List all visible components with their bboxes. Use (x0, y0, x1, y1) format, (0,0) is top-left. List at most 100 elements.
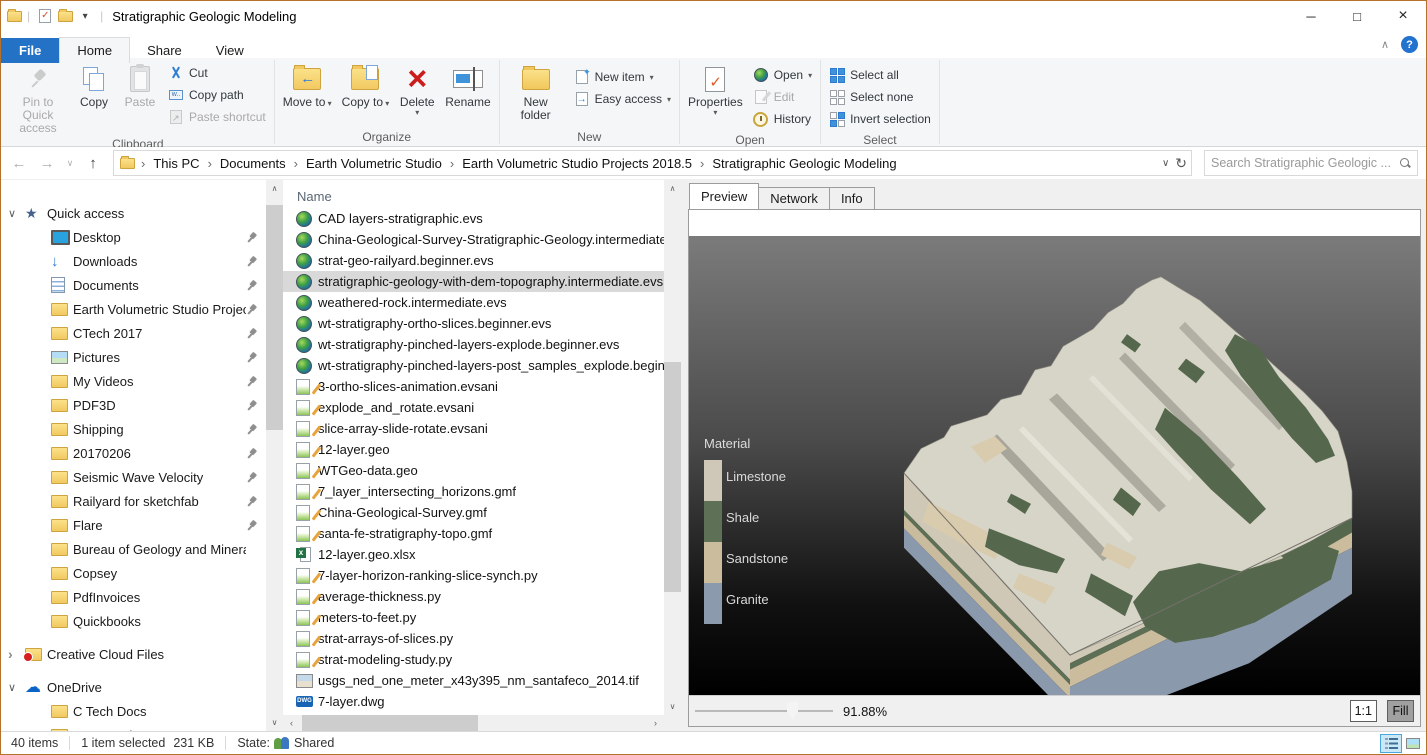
scroll-up-icon[interactable]: ∧ (266, 180, 283, 197)
file-row[interactable]: slice-array-slide-rotate.evsani (283, 418, 664, 439)
column-header-name[interactable]: Name (283, 180, 664, 208)
scroll-down-icon[interactable]: ∨ (266, 714, 283, 731)
maximize-button[interactable]: □ (1334, 1, 1380, 31)
address-dropdown-icon[interactable]: ∨ (1162, 158, 1169, 169)
breadcrumb-segment[interactable]: Earth Volumetric Studio Projects 2018.5 (446, 156, 696, 171)
open-button[interactable]: Open (750, 66, 815, 84)
sidebar-item[interactable]: Documents (1, 273, 266, 297)
forward-button[interactable]: → (35, 151, 59, 175)
collapse-ribbon-icon[interactable]: ∧ (1381, 38, 1389, 51)
copy-to-button[interactable]: Copy to (337, 60, 395, 111)
sidebar-item[interactable]: Quickbooks (1, 609, 266, 633)
3d-viewport[interactable]: Material Limestone Shale Sands (689, 236, 1420, 695)
qat-customize-button[interactable]: ▾ (75, 6, 95, 26)
file-row[interactable]: wt-stratigraphy-ortho-slices.beginner.ev… (283, 313, 664, 334)
qat-new-folder-button[interactable] (55, 6, 75, 26)
select-all-button[interactable]: Select all (826, 66, 934, 84)
file-row[interactable]: China-Geological-Survey-Stratigraphic-Ge… (283, 229, 664, 250)
file-row[interactable]: santa-fe-stratigraphy-topo.gmf (283, 523, 664, 544)
scroll-left-icon[interactable]: ‹ (283, 715, 300, 731)
preview-tab[interactable]: Info (829, 187, 875, 209)
edit-button[interactable]: Edit (750, 88, 815, 106)
search-icon[interactable] (1400, 158, 1411, 169)
file-row[interactable]: 7-layer-horizon-ranking-slice-synch.py (283, 565, 664, 586)
minimize-button[interactable]: ─ (1288, 1, 1334, 31)
zoom-slider[interactable] (695, 701, 833, 721)
delete-button[interactable]: Delete ▾ (394, 60, 440, 117)
pin-to-quick-access-button[interactable]: Pin to Quick access (5, 60, 71, 136)
breadcrumb-segment[interactable]: This PC (137, 156, 204, 171)
sidebar-item[interactable]: Quick access (1, 201, 266, 225)
sidebar-item[interactable]: Desktop (1, 225, 266, 249)
address-bar[interactable]: This PCDocumentsEarth Volumetric StudioE… (113, 150, 1192, 176)
expand-chevron-icon[interactable] (8, 681, 25, 694)
actual-size-button[interactable]: 1:1 (1350, 700, 1377, 722)
close-button[interactable]: × (1380, 1, 1426, 31)
file-row[interactable]: strat-geo-railyard.beginner.evs (283, 250, 664, 271)
sidebar-item[interactable]: Copsey (1, 561, 266, 585)
sidebar-item[interactable]: CTech 2017 (1, 321, 266, 345)
preview-tab[interactable]: Network (758, 187, 830, 209)
sidebar-item[interactable]: Flare (1, 513, 266, 537)
menu-tab[interactable]: Home (59, 37, 130, 63)
expand-chevron-icon[interactable] (8, 207, 25, 220)
file-row[interactable]: weathered-rock.intermediate.evs (283, 292, 664, 313)
invert-selection-button[interactable]: Invert selection (826, 110, 934, 128)
file-row[interactable]: average-thickness.py (283, 586, 664, 607)
sidebar-item[interactable]: OneDrive (1, 675, 266, 699)
breadcrumb-segment[interactable]: Documents (204, 156, 290, 171)
file-row[interactable]: wt-stratigraphy-pinched-layers-explode.b… (283, 334, 664, 355)
sidebar-item[interactable]: Dev CTech (1, 723, 266, 731)
sidebar-item[interactable]: Seismic Wave Velocity (1, 465, 266, 489)
copy-button[interactable]: Copy (71, 60, 117, 110)
qat-properties-button[interactable] (35, 6, 55, 26)
sidebar-item[interactable]: PdfInvoices (1, 585, 266, 609)
back-button[interactable]: ← (7, 151, 31, 175)
file-row[interactable]: wt-stratigraphy-pinched-layers-post_samp… (283, 355, 664, 376)
new-item-button[interactable]: New item (571, 68, 674, 86)
sidebar-item[interactable]: Creative Cloud Files (1, 642, 266, 666)
zoom-slider-thumb[interactable] (787, 702, 798, 720)
scrollbar-thumb[interactable] (302, 715, 478, 731)
horizontal-scrollbar[interactable]: ‹ › (283, 715, 664, 731)
file-row[interactable]: WTGeo-data.geo (283, 460, 664, 481)
move-to-button[interactable]: Move to (278, 60, 337, 111)
up-button[interactable]: ↑ (81, 151, 105, 175)
file-row[interactable]: usgs_ned_one_meter_x43y395_nm_santafeco_… (283, 670, 664, 691)
file-list-scrollbar[interactable]: ∧ ∨ (664, 180, 681, 715)
sidebar-item[interactable]: C Tech Docs (1, 699, 266, 723)
thumbnail-view-button[interactable] (1402, 734, 1424, 753)
breadcrumb-segment[interactable]: Stratigraphic Geologic Modeling (696, 156, 901, 171)
fill-button[interactable]: Fill (1387, 700, 1414, 722)
sidebar-item[interactable]: Railyard for sketchfab (1, 489, 266, 513)
details-view-button[interactable] (1380, 734, 1402, 753)
refresh-icon[interactable]: ↻ (1175, 155, 1187, 172)
file-row[interactable]: 7_layer_intersecting_horizons.gmf (283, 481, 664, 502)
copy-path-button[interactable]: w..Copy path (165, 86, 269, 104)
sidebar-item[interactable]: Shipping (1, 417, 266, 441)
help-icon[interactable]: ? (1401, 36, 1418, 53)
paste-button[interactable]: Paste (117, 60, 163, 110)
preview-tab[interactable]: Preview (689, 183, 759, 209)
file-row[interactable]: China-Geological-Survey.gmf (283, 502, 664, 523)
cut-button[interactable]: Cut (165, 64, 269, 82)
file-row[interactable]: CAD layers-stratigraphic.evs (283, 208, 664, 229)
scroll-down-icon[interactable]: ∨ (664, 698, 681, 715)
easy-access-button[interactable]: Easy access (571, 90, 674, 108)
file-row[interactable]: 12-layer.geo (283, 439, 664, 460)
file-row[interactable]: 7-layer.dwg (283, 691, 664, 712)
file-row[interactable]: strat-modeling-study.py (283, 649, 664, 670)
sidebar-item[interactable]: Pictures (1, 345, 266, 369)
sidebar-item[interactable]: Downloads (1, 249, 266, 273)
scroll-up-icon[interactable]: ∧ (664, 180, 681, 197)
scrollbar-thumb[interactable] (664, 362, 681, 592)
scrollbar-thumb[interactable] (266, 205, 283, 430)
file-row[interactable]: meters-to-feet.py (283, 607, 664, 628)
properties-button[interactable]: Properties ▾ (683, 60, 748, 117)
sidebar-item[interactable]: My Videos (1, 369, 266, 393)
new-folder-button[interactable]: New folder (503, 60, 569, 123)
file-row[interactable]: strat-arrays-of-slices.py (283, 628, 664, 649)
file-row[interactable]: explode_and_rotate.evsani (283, 397, 664, 418)
file-row[interactable]: stratigraphic-geology-with-dem-topograph… (283, 271, 664, 292)
menu-tab[interactable]: View (199, 38, 261, 63)
